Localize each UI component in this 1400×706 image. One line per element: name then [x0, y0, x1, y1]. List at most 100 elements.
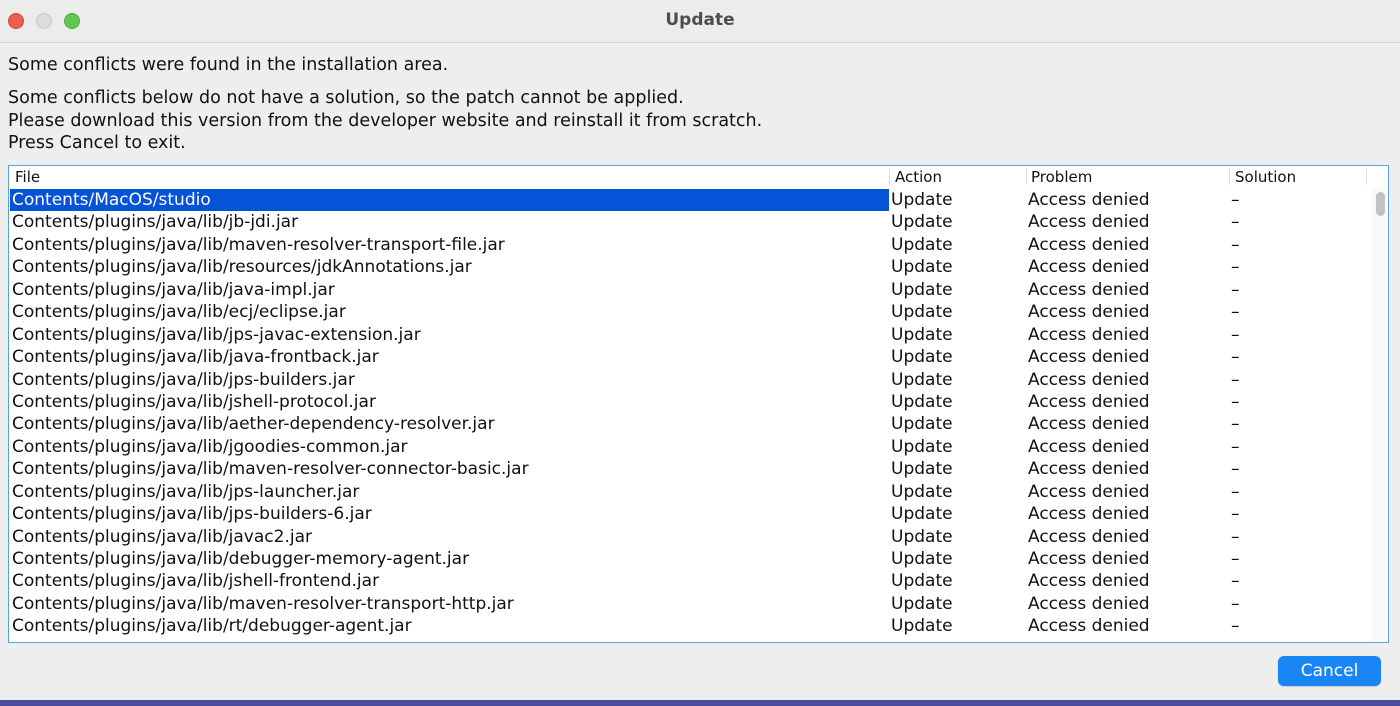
solution-cell: – [1231, 391, 1240, 412]
action-cell: Update [891, 302, 953, 323]
solution-cell: – [1231, 212, 1240, 233]
table-row[interactable]: Contents/plugins/java/lib/jgoodies-commo… [9, 436, 1371, 458]
window-title: Update [665, 10, 735, 30]
file-cell: Contents/plugins/java/lib/jgoodies-commo… [12, 436, 408, 457]
update-dialog: Update Some conflicts were found in the … [0, 0, 1400, 706]
column-divider[interactable] [1366, 169, 1367, 185]
table-row[interactable]: Contents/plugins/java/lib/debugger-memor… [9, 548, 1371, 570]
problem-cell: Access denied [1028, 459, 1150, 480]
scrollbar-thumb[interactable] [1376, 192, 1385, 216]
column-header-action[interactable]: Action [895, 168, 942, 186]
solution-cell: – [1231, 481, 1240, 502]
table-header: File Action Problem Solution [9, 166, 1373, 188]
action-cell: Update [891, 257, 953, 278]
desktop-edge [0, 700, 1400, 706]
file-cell: Contents/plugins/java/lib/java-frontback… [12, 347, 379, 368]
action-cell: Update [891, 481, 953, 502]
table-row[interactable]: Contents/plugins/java/lib/jshell-protoco… [9, 391, 1371, 413]
action-cell: Update [891, 190, 953, 210]
action-cell: Update [891, 504, 953, 525]
table-row[interactable]: Contents/plugins/java/lib/jshell-fronten… [9, 570, 1371, 592]
action-cell: Update [891, 459, 953, 480]
table-row[interactable]: Contents/plugins/java/lib/maven-resolver… [9, 458, 1371, 480]
detail-line-3: Press Cancel to exit. [8, 133, 186, 153]
file-cell: Contents/plugins/java/lib/java-impl.jar [12, 279, 335, 300]
solution-cell: – [1231, 324, 1240, 345]
table-body: Contents/MacOS/studio Update Access denied… [9, 189, 1371, 638]
table-row[interactable]: Contents/plugins/java/lib/resources/jdkA… [9, 256, 1371, 278]
solution-cell: – [1231, 190, 1240, 210]
solution-cell: – [1231, 414, 1240, 435]
column-divider[interactable] [1026, 169, 1027, 185]
conflict-detail-text: Some conflicts below do not have a solut… [8, 87, 762, 155]
problem-cell: Access denied [1028, 391, 1150, 412]
action-cell: Update [891, 436, 953, 457]
action-cell: Update [891, 369, 953, 390]
file-cell: Contents/plugins/java/lib/jps-builders-6… [12, 504, 372, 525]
detail-line-2: Please download this version from the de… [8, 110, 763, 131]
solution-cell: – [1231, 593, 1240, 614]
table-row[interactable]: Contents/plugins/java/lib/jb-jdi.jar Upda… [9, 211, 1371, 233]
table-row[interactable]: Contents/MacOS/studio Update Access denied… [9, 189, 1371, 211]
table-row[interactable]: Contents/plugins/java/lib/java-frontback… [9, 346, 1371, 368]
table-row[interactable]: Contents/plugins/java/lib/jps-launcher.j… [9, 481, 1371, 503]
file-cell: Contents/plugins/java/lib/jps-launcher.j… [12, 481, 360, 502]
vertical-scrollbar[interactable] [1372, 188, 1388, 642]
solution-cell: – [1231, 459, 1240, 480]
table-row[interactable]: Contents/plugins/java/lib/maven-resolver… [9, 593, 1371, 615]
table-row[interactable]: Contents/plugins/java/lib/jps-builders.j… [9, 369, 1371, 391]
problem-cell: Access denied [1028, 436, 1150, 457]
table-row[interactable]: Contents/plugins/java/lib/java-impl.jar U… [9, 279, 1371, 301]
file-cell: Contents/plugins/java/lib/maven-resolver… [12, 234, 505, 255]
file-cell: Contents/plugins/java/lib/maven-resolver… [12, 593, 514, 614]
file-cell: Contents/MacOS/studio [10, 189, 889, 211]
conflicts-table[interactable]: File Action Problem Solution Contents/Ma… [8, 165, 1389, 643]
solution-cell: – [1231, 302, 1240, 323]
file-cell: Contents/plugins/java/lib/maven-resolver… [12, 459, 529, 480]
table-row[interactable]: Contents/plugins/java/lib/ecj/eclipse.ja… [9, 301, 1371, 323]
action-cell: Update [891, 571, 953, 592]
problem-cell: Access denied [1028, 279, 1150, 300]
detail-line-1: Some conflicts below do not have a solut… [8, 88, 684, 108]
column-header-file[interactable]: File [15, 168, 40, 186]
solution-cell: – [1231, 257, 1240, 278]
file-cell: Contents/plugins/java/lib/ecj/eclipse.ja… [12, 302, 346, 323]
table-row[interactable]: Contents/plugins/java/lib/rt/debugger-ag… [9, 615, 1371, 637]
file-cell: Contents/plugins/java/lib/jps-javac-exte… [12, 324, 421, 345]
problem-cell: Access denied [1028, 481, 1150, 502]
action-cell: Update [891, 616, 953, 637]
action-cell: Update [891, 593, 953, 614]
problem-cell: Access denied [1028, 324, 1150, 345]
column-header-solution[interactable]: Solution [1235, 168, 1296, 186]
problem-cell: Access denied [1028, 526, 1150, 547]
action-cell: Update [891, 279, 953, 300]
file-cell: Contents/plugins/java/lib/debugger-memor… [12, 549, 470, 569]
file-cell: Contents/plugins/java/lib/jps-builders.j… [12, 369, 355, 390]
table-row[interactable]: Contents/plugins/java/lib/javac2.jar Upda… [9, 526, 1371, 548]
action-cell: Update [891, 526, 953, 547]
solution-cell: – [1231, 504, 1240, 525]
table-row[interactable]: Contents/plugins/java/lib/jps-builders-6… [9, 503, 1371, 525]
problem-cell: Access denied [1028, 414, 1150, 435]
solution-cell: – [1231, 549, 1240, 569]
problem-cell: Access denied [1028, 369, 1150, 390]
problem-cell: Access denied [1028, 593, 1150, 614]
action-cell: Update [891, 549, 953, 569]
action-cell: Update [891, 234, 953, 255]
file-cell: Contents/plugins/java/lib/resources/jdkA… [12, 257, 472, 278]
table-row[interactable]: Contents/plugins/java/lib/jps-javac-exte… [9, 324, 1371, 346]
solution-cell: – [1231, 279, 1240, 300]
column-header-problem[interactable]: Problem [1031, 168, 1092, 186]
problem-cell: Access denied [1028, 549, 1150, 569]
cancel-button[interactable]: Cancel [1278, 656, 1381, 686]
solution-cell: – [1231, 616, 1240, 637]
title-bar[interactable]: Update [0, 0, 1400, 43]
column-divider[interactable] [889, 169, 890, 185]
column-divider[interactable] [1229, 169, 1230, 185]
action-cell: Update [891, 414, 953, 435]
table-row[interactable]: Contents/plugins/java/lib/maven-resolver… [9, 234, 1371, 256]
table-row[interactable]: Contents/plugins/java/lib/aether-depende… [9, 413, 1371, 435]
action-cell: Update [891, 391, 953, 412]
conflict-summary-text: Some conflicts were found in the install… [8, 55, 449, 75]
action-cell: Update [891, 347, 953, 368]
